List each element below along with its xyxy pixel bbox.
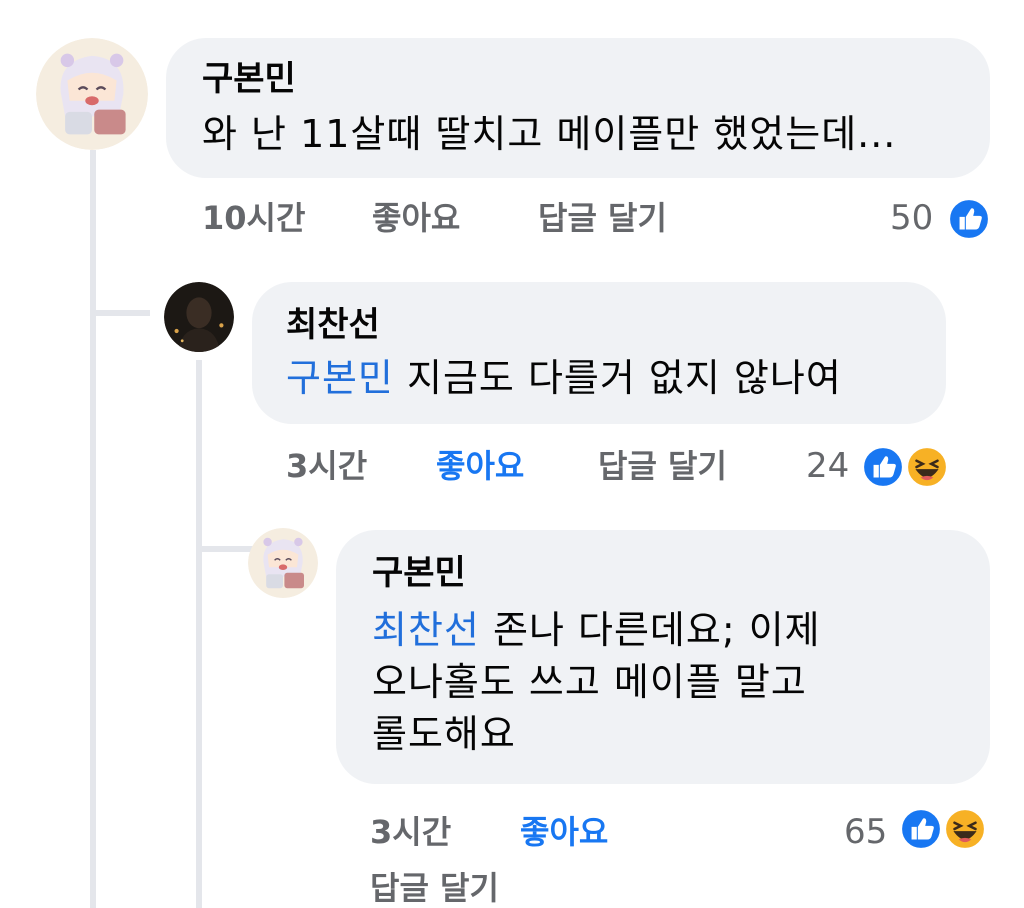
comment-line-1: 최찬선 존나 다른데요; 이제: [372, 604, 954, 656]
reaction-count[interactable]: 24: [806, 446, 849, 486]
comment-actions: 3시간 좋아요 65 답글 달기: [370, 812, 990, 908]
like-button[interactable]: 좋아요: [372, 198, 460, 238]
comment-line-3: 롤도해요: [372, 712, 516, 756]
comment-bubble: 구본민 최찬선 존나 다른데요; 이제 오나홀도 쓰고 메이플 말고 롤도해요: [336, 530, 990, 784]
thread-line-branch-1: [90, 310, 150, 316]
comment-text: 최찬선 존나 다른데요; 이제 오나홀도 쓰고 메이플 말고 롤도해요: [372, 604, 954, 760]
thread-line-branch-2: [196, 546, 254, 552]
avatar[interactable]: [164, 282, 234, 352]
comment-body: 존나 다른데요; 이제: [492, 608, 821, 652]
reaction-count[interactable]: 50: [890, 198, 933, 238]
comment-author[interactable]: 최찬선: [286, 304, 912, 346]
comment-body: 지금도 다를거 없지 않나여: [406, 356, 842, 400]
mention-link[interactable]: 최찬선: [372, 608, 480, 652]
haha-icon: [906, 446, 948, 488]
thread-line-reply: [196, 360, 202, 908]
like-icon: [862, 446, 904, 488]
like-button[interactable]: 좋아요: [520, 812, 608, 852]
comment-time[interactable]: 3시간: [370, 812, 451, 852]
reply-button[interactable]: 답글 달기: [370, 868, 499, 908]
comment-time[interactable]: 3시간: [286, 446, 367, 486]
like-button[interactable]: 좋아요: [436, 446, 524, 486]
comment-bubble: 최찬선 구본민 지금도 다를거 없지 않나여: [252, 282, 946, 424]
like-icon: [900, 808, 942, 850]
thread-line-main: [90, 150, 96, 908]
haha-icon: [944, 808, 986, 850]
reaction-count[interactable]: 65: [844, 812, 887, 852]
avatar[interactable]: [248, 528, 318, 598]
reply-button[interactable]: 답글 달기: [538, 198, 667, 238]
comment-time[interactable]: 10시간: [202, 198, 305, 238]
comment-author[interactable]: 구본민: [202, 58, 954, 100]
comment-author[interactable]: 구본민: [372, 552, 954, 594]
reply-button[interactable]: 답글 달기: [598, 446, 727, 486]
comment-text: 와 난 11살때 딸치고 메이플만 했었는데...: [202, 112, 897, 156]
comment-text: 구본민 지금도 다를거 없지 않나여: [286, 352, 912, 404]
mention-link[interactable]: 구본민: [286, 356, 394, 400]
comment-line-2: 오나홀도 쓰고 메이플 말고: [372, 660, 807, 704]
avatar[interactable]: [36, 38, 148, 150]
like-icon: [948, 198, 990, 240]
comment-actions: 10시간 좋아요 답글 달기 50: [202, 198, 1002, 242]
comment-bubble: 구본민 와 난 11살때 딸치고 메이플만 했었는데...: [166, 38, 990, 178]
